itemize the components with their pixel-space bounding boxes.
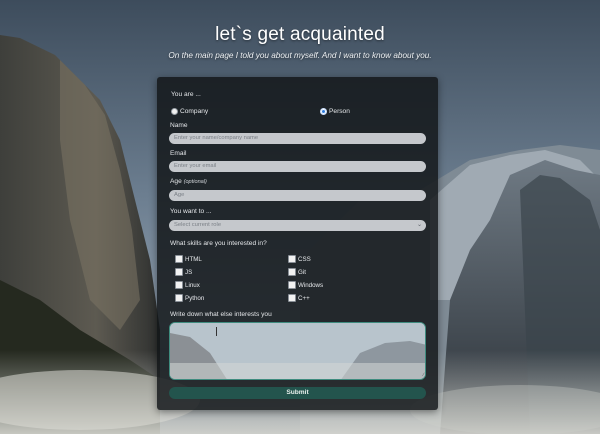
checkbox-linux-label: Linux bbox=[185, 282, 200, 289]
checkbox-git[interactable] bbox=[288, 268, 296, 276]
checkbox-cpp[interactable] bbox=[288, 294, 296, 302]
age-optional-note: (optional) bbox=[183, 179, 207, 185]
age-input[interactable] bbox=[169, 190, 426, 201]
checkbox-cpp-label: C++ bbox=[298, 295, 310, 302]
radio-person-button[interactable] bbox=[320, 108, 327, 115]
name-input[interactable] bbox=[169, 133, 426, 144]
want-label: You want to ... bbox=[170, 208, 212, 215]
checkbox-html[interactable] bbox=[175, 255, 183, 263]
age-label: Age (optional) bbox=[170, 178, 207, 185]
checkbox-windows-label: Windows bbox=[298, 282, 324, 289]
email-input[interactable] bbox=[169, 161, 426, 172]
role-select-value: Select current role bbox=[174, 222, 222, 228]
email-label: Email bbox=[170, 150, 187, 157]
textarea-background-image bbox=[170, 323, 425, 379]
age-label-text: Age bbox=[170, 178, 182, 185]
skills-label: What skills are you interested in? bbox=[170, 240, 267, 247]
checkbox-git-label: Git bbox=[298, 269, 306, 276]
interests-label: Write down what else interests you bbox=[170, 311, 272, 318]
interests-textarea[interactable]: ∕ bbox=[169, 322, 426, 380]
checkbox-python-label: Python bbox=[185, 295, 205, 302]
checkbox-python[interactable] bbox=[175, 294, 183, 302]
radio-company-label: Company bbox=[180, 108, 209, 115]
page-title: let`s get acquainted bbox=[215, 24, 385, 45]
acquaintance-form: You are ... Company Person Name Email Ag… bbox=[157, 77, 438, 410]
resize-grip-icon[interactable]: ∕ bbox=[423, 373, 424, 378]
checkbox-linux[interactable] bbox=[175, 281, 183, 289]
checkbox-css[interactable] bbox=[288, 255, 296, 263]
radio-person-label: Person bbox=[329, 108, 350, 115]
chevron-down-icon: ⌄ bbox=[416, 222, 422, 228]
text-caret bbox=[216, 327, 217, 336]
checkbox-css-label: CSS bbox=[298, 256, 311, 263]
radio-company-button[interactable] bbox=[171, 108, 178, 115]
checkbox-js[interactable] bbox=[175, 268, 183, 276]
checkbox-html-label: HTML bbox=[185, 256, 202, 263]
page-subtitle: On the main page I told you about myself… bbox=[168, 51, 432, 60]
name-label: Name bbox=[170, 122, 188, 129]
submit-button[interactable]: Submit bbox=[169, 387, 426, 399]
checkbox-js-label: JS bbox=[185, 269, 193, 276]
you-are-label: You are ... bbox=[171, 91, 201, 98]
checkbox-windows[interactable] bbox=[288, 281, 296, 289]
role-select[interactable]: Select current role ⌄ bbox=[169, 220, 426, 231]
